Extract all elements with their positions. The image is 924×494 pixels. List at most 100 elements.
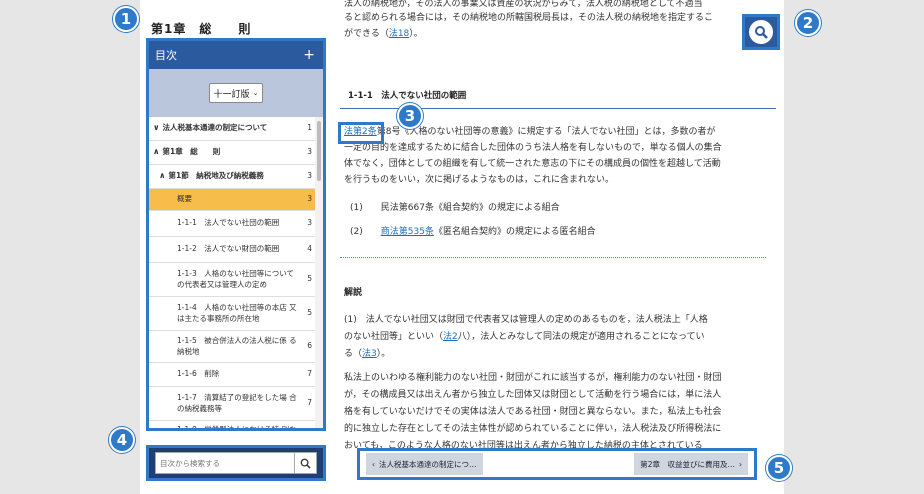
top-line-3-end: ）。 xyxy=(409,29,423,39)
toc-sidebar: 目次 + 十一訂版 ⌄ ∨ 法人税基本通達の制定について 1 ∧ 第1章 総 則 3 ∧ 第1… xyxy=(146,38,326,431)
toc-item-page: 5 xyxy=(307,308,312,318)
toc-item[interactable]: 1-1-7 清算結了の登記をした場 合の納税義務等 7 xyxy=(149,387,317,421)
definition-paragraph: 法第2条第8号《人格のない社団等の意義》に規定する「法人でない社団」とは，多数の… xyxy=(344,124,768,188)
list-item: (2) 商法第535条《匿名組合契約》の規定による匿名組合 xyxy=(350,224,750,240)
toc-expand-button[interactable]: + xyxy=(303,47,315,63)
commentary-para-1: (1) 法人でない社団又は財団で代表者又は管理人の定めのあるものを，法人税法上「… xyxy=(344,312,768,363)
toc-item-label: 1-1-5 被合併法人の法人税に係 る納税地 xyxy=(177,336,302,356)
magnify-button[interactable] xyxy=(742,14,780,50)
magnify-icon xyxy=(755,26,768,39)
toc-item[interactable]: 1-1-6 削除 7 xyxy=(149,363,317,387)
chevron-right-icon: › xyxy=(739,459,742,469)
toc-item-label: 概要 xyxy=(177,194,302,204)
top-line-2: ると認められる場合には，その納税地の所轄国税局長は，その法人税の納税地を指定する… xyxy=(344,13,714,23)
toc-item[interactable]: 1-1-5 被合併法人の法人税に係 る納税地 6 xyxy=(149,331,317,363)
k1-line-1: (1) 法人でない社団又は財団で代表者又は管理人の定めのあるものを，法人税法上「… xyxy=(344,315,708,325)
callout-badge-4: 4 xyxy=(109,427,135,453)
p1-line-4: を行うものをいい，次に掲げるようなものは，これに含まれない。 xyxy=(344,175,615,185)
law18-link[interactable]: 法18 xyxy=(389,29,409,39)
chevron-down-icon: ⌄ xyxy=(252,89,259,97)
toc-item-text: 概要 xyxy=(177,194,192,204)
prev-page-button[interactable]: ‹ 法人税基本通達の制定につ… xyxy=(366,453,483,475)
toc-item-page: 3 xyxy=(307,194,312,204)
toc-item[interactable]: ∧ 第1章 総 則 3 xyxy=(149,141,317,165)
toc-title: 目次 xyxy=(155,49,177,62)
toc-item-text: 1-1-7 清算結了の登記をした場 合の納税義務等 xyxy=(177,393,297,413)
exclusion-list: (1) 民法第667条《組合契約》の規定による組合 (2) 商法第535条《匿名… xyxy=(350,200,750,240)
dotted-divider xyxy=(340,257,766,258)
toc-item[interactable]: 1-1-2 法人でない財団の範囲 4 xyxy=(149,237,317,263)
page-navigation: ‹ 法人税基本通達の制定につ… 第2章 収益並びに費用及… › xyxy=(357,448,757,480)
list-item: (1) 民法第667条《組合契約》の規定による組合 xyxy=(350,200,750,216)
next-page-button[interactable]: 第2章 収益並びに費用及… › xyxy=(634,453,748,475)
k2-line-1: 私法上のいわゆる権利能力のない社団・財団がこれに該当するが，権利能力のない社団・… xyxy=(344,373,722,383)
link-highlight-box xyxy=(338,122,384,144)
callout-badge-1: 1 xyxy=(113,6,139,32)
content-top: 法人の納税地が，その法人の事業又は資産の状況からみて，法人税の納税地として不適当… xyxy=(344,0,764,42)
toc-item-text: 1-1-2 法人でない財団の範囲 xyxy=(177,244,280,254)
toc-search-input[interactable] xyxy=(156,453,294,473)
toc-item-label: 1-1-8 営業型法人における特 別な税法の定め xyxy=(177,425,302,431)
toc-item-label: ∨ 法人税基本通達の制定について xyxy=(153,123,302,134)
toc-item-text: 1-1-6 削除 xyxy=(177,369,220,379)
toc-item-page: 8 xyxy=(302,430,312,431)
toc-item-page: 6 xyxy=(307,341,312,351)
toc-item-text: 法人税基本通達の制定について xyxy=(162,123,268,133)
magnify-icon-wrap xyxy=(749,20,773,44)
chevron-left-icon: ‹ xyxy=(372,459,375,469)
toc-item-text: 1-1-1 法人でない社団の範囲 xyxy=(177,218,280,228)
chevron-up-icon: ∧ xyxy=(159,171,166,181)
section-title: 1-1-1 法人でない社団の範囲 xyxy=(348,91,467,101)
commentary-heading: 解説 xyxy=(344,288,363,298)
callout-badge-5: 5 xyxy=(766,455,792,481)
k1-line-3: る（法3）。 xyxy=(344,346,768,363)
chevron-up-icon: ∧ xyxy=(153,147,160,157)
toc-item[interactable]: ∨ 法人税基本通達の制定について 1 xyxy=(149,117,317,141)
toc-item-label: 1-1-6 削除 xyxy=(177,369,302,379)
law3-link[interactable]: 法3 xyxy=(362,349,377,359)
toc-item-page: 3 xyxy=(307,218,312,228)
toc-item[interactable]: 概要 3 xyxy=(149,189,317,211)
k1-line-2-end: 八），法人とみなして同法の規定が適用されることになってい xyxy=(457,332,705,342)
toc-item-page: 7 xyxy=(307,369,312,379)
p1-line-3: 体でなく，団体としての組織を有して統一された意志の下にその構成員の個性を超越して… xyxy=(344,159,721,169)
toc-item-label: ∧ 第1節 納税地及び納税義務 xyxy=(159,171,302,182)
p1-line-1-text: 第8号《人格のない社団等の意義》に規定する「法人でない社団」とは，多数の者が xyxy=(376,127,716,137)
toc-item-page: 7 xyxy=(307,398,312,408)
toc-scrollbar-thumb[interactable] xyxy=(317,121,321,181)
chapter-heading: 第1章 総 則 xyxy=(151,22,252,36)
toc-item[interactable]: 1-1-8 営業型法人における特 別な税法の定め 8 xyxy=(149,421,317,431)
toc-item-text: 1-1-3 人格のない社団等について の代表者又は管理人の定め xyxy=(177,269,295,289)
toc-item-label: 1-1-7 清算結了の登記をした場 合の納税義務等 xyxy=(177,393,302,413)
toc-item-label: 1-1-1 法人でない社団の範囲 xyxy=(177,218,302,228)
chevron-down-icon: ∨ xyxy=(153,123,160,133)
toc-item-text: 1-1-8 営業型法人における特 別な税法の定め xyxy=(177,425,297,431)
toc-item-text: 第1節 納税地及び納税義務 xyxy=(168,171,264,181)
item-text: 民法第667条《組合契約》の規定による組合 xyxy=(380,203,560,213)
toc-item-page: 5 xyxy=(307,274,312,284)
toc-header: 目次 + xyxy=(149,41,323,69)
top-line-3: ができる（法18）。 xyxy=(344,26,764,42)
search-icon xyxy=(300,458,311,469)
law2-link[interactable]: 法2 xyxy=(443,332,458,342)
k1-line-3-text: る（ xyxy=(344,349,363,359)
toc-item[interactable]: 1-1-1 法人でない社団の範囲 3 xyxy=(149,211,317,237)
toc-item[interactable]: 1-1-4 人格のない社団等の本店 又は主たる事務所の所在地 5 xyxy=(149,297,317,331)
toc-search-button[interactable] xyxy=(294,453,316,473)
toc-scrollbar[interactable] xyxy=(315,117,323,428)
commercial-code-link[interactable]: 商法第535条 xyxy=(381,227,434,237)
edition-select[interactable]: 十一訂版 ⌄ xyxy=(208,83,264,103)
toc-search-box xyxy=(155,452,317,474)
toc-item-label: 1-1-2 法人でない財団の範囲 xyxy=(177,244,302,254)
toc-item-label: 1-1-4 人格のない社団等の本店 又は主たる事務所の所在地 xyxy=(177,303,302,323)
toc-item[interactable]: 1-1-3 人格のない社団等について の代表者又は管理人の定め 5 xyxy=(149,263,317,297)
item-number: (2) xyxy=(350,227,363,237)
toc-item-text: 1-1-4 人格のない社団等の本店 又は主たる事務所の所在地 xyxy=(177,303,297,323)
toc-list: ∨ 法人税基本通達の制定について 1 ∧ 第1章 総 則 3 ∧ 第1節 納税地及び納税義務 3… xyxy=(149,117,317,431)
toc-item-page: 1 xyxy=(307,123,312,133)
top-line-3-text: ができる（ xyxy=(344,29,389,39)
toc-item[interactable]: ∧ 第1節 納税地及び納税義務 3 xyxy=(149,165,317,189)
k1-line-2-text: のない社団等」といい（ xyxy=(344,332,444,342)
next-page-label: 第2章 収益並びに費用及… xyxy=(640,459,735,469)
prev-page-label: 法人税基本通達の制定につ… xyxy=(379,459,477,469)
